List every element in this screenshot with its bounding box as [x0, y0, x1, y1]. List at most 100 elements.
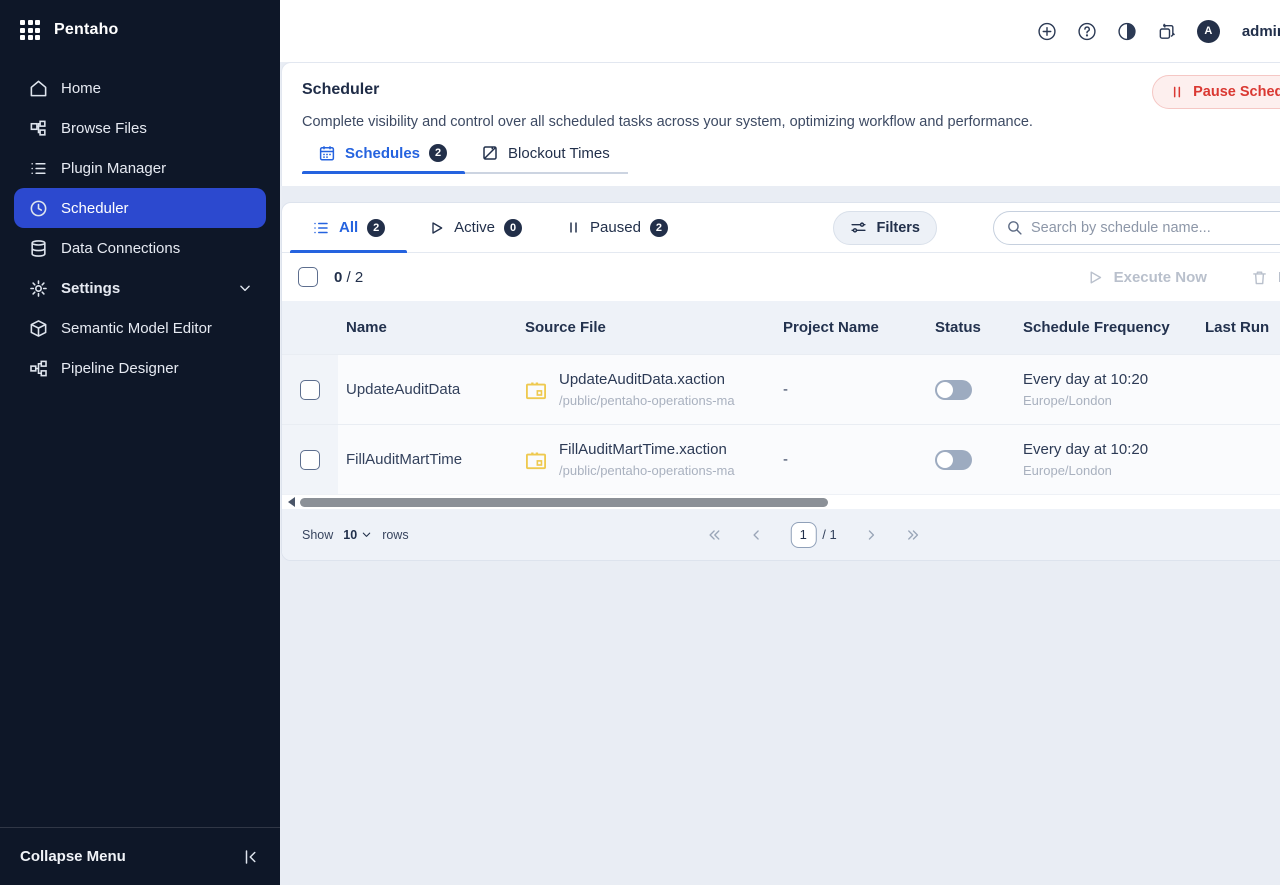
sidebar-item-data-connections[interactable]: Data Connections: [14, 228, 266, 268]
show-label: Show: [302, 528, 333, 542]
search-input[interactable]: [1031, 220, 1280, 236]
prev-page-button[interactable]: [748, 527, 764, 543]
total-pages: / 1: [822, 527, 836, 542]
page-size-select[interactable]: 10: [343, 528, 372, 542]
table-row: FillAuditMartTime FillAuditMartTime.xact…: [282, 424, 1280, 494]
row-checkbox[interactable]: [300, 450, 320, 470]
col-header-name: Name: [338, 301, 525, 354]
search-icon: [1006, 219, 1023, 236]
help-circle-icon[interactable]: [1077, 21, 1097, 41]
execute-now-button[interactable]: Execute Now: [1087, 269, 1207, 286]
selection-bar: 0 / 2 Execute Now Delete: [282, 253, 1280, 301]
plus-circle-icon[interactable]: [1037, 21, 1057, 41]
page-title: Scheduler: [302, 81, 1280, 99]
main-tabs: Schedules 2 Blockout Times: [302, 144, 1280, 174]
rows-label: rows: [382, 528, 408, 542]
filter-tab-paused[interactable]: Paused 2: [544, 203, 690, 252]
tab-schedules[interactable]: Schedules 2: [302, 144, 465, 174]
app-logo-text: Pentaho: [54, 21, 119, 39]
pipeline-icon: [28, 358, 48, 378]
col-header-project: Project Name: [783, 301, 935, 354]
plugin-manager-icon: [28, 158, 48, 178]
play-icon: [429, 220, 445, 236]
next-page-button[interactable]: [863, 527, 879, 543]
scheduler-header-card: Scheduler Complete visibility and contro…: [281, 62, 1280, 186]
col-header-status: Status: [935, 301, 1023, 354]
username: admin: [1242, 23, 1280, 40]
status-toggle[interactable]: [935, 380, 972, 400]
page-description: Complete visibility and control over all…: [302, 114, 1280, 130]
gear-icon: [28, 278, 48, 298]
pause-scheduler-button[interactable]: Pause Scheduler: [1152, 75, 1280, 109]
collapse-menu-label: Collapse Menu: [20, 848, 126, 865]
search-box: [993, 211, 1280, 245]
cube-icon: [28, 318, 48, 338]
select-all-checkbox[interactable]: [298, 267, 318, 287]
sidebar-item-home[interactable]: Home: [14, 68, 266, 108]
schedule-name: FillAuditMartTime: [338, 425, 525, 494]
perspective-switch-icon[interactable]: [1157, 21, 1177, 41]
schedule-frequency: Every day at 10:20: [1023, 441, 1148, 458]
logo-row: Pentaho: [0, 0, 280, 54]
source-file-name: UpdateAuditData.xaction: [559, 371, 735, 388]
xaction-file-icon: [525, 380, 547, 400]
sidebar-item-label: Settings: [61, 280, 120, 297]
active-count-badge: 0: [504, 219, 522, 237]
pagination-bar: Show 10 rows 1 / 1: [282, 509, 1280, 560]
scrollbar-thumb[interactable]: [300, 498, 828, 507]
source-file-path: /public/pentaho-operations-ma: [559, 463, 735, 478]
browse-files-icon: [28, 118, 48, 138]
first-page-button[interactable]: [706, 527, 722, 543]
paused-count-badge: 2: [650, 219, 668, 237]
sidebar: Pentaho Home Browse Files Plugin Manager…: [0, 0, 280, 885]
col-header-source: Source File: [525, 301, 783, 354]
topbar: A admin: [280, 0, 1280, 62]
avatar[interactable]: A: [1197, 20, 1220, 43]
project-name: -: [783, 355, 935, 424]
collapse-menu[interactable]: Collapse Menu: [0, 827, 280, 885]
apps-grid-icon[interactable]: [20, 20, 40, 40]
schedules-count-badge: 2: [429, 144, 447, 162]
sidebar-nav: Home Browse Files Plugin Manager Schedul…: [0, 54, 280, 388]
sidebar-item-label: Scheduler: [61, 200, 129, 217]
database-icon: [28, 238, 48, 258]
filters-button[interactable]: Filters: [833, 211, 937, 245]
sidebar-item-semantic-model-editor[interactable]: Semantic Model Editor: [14, 308, 266, 348]
source-file-path: /public/pentaho-operations-ma: [559, 393, 735, 408]
contrast-icon[interactable]: [1117, 21, 1137, 41]
sidebar-item-plugin-manager[interactable]: Plugin Manager: [14, 148, 266, 188]
table-header-row: Name Source File Project Name Status Sch…: [282, 301, 1280, 354]
filter-tab-active[interactable]: Active 0: [407, 203, 544, 252]
project-name: -: [783, 425, 935, 494]
sidebar-item-label: Data Connections: [61, 240, 180, 257]
tab-blockout-times[interactable]: Blockout Times: [465, 144, 628, 174]
sliders-icon: [850, 219, 867, 236]
pause-icon: [566, 220, 581, 235]
calendar-icon: [318, 144, 336, 162]
schedule-name: UpdateAuditData: [338, 355, 525, 424]
delete-button[interactable]: Delete: [1251, 269, 1280, 286]
selection-count: 0 / 2: [334, 269, 363, 286]
sidebar-item-settings[interactable]: Settings: [14, 268, 266, 308]
sidebar-item-label: Browse Files: [61, 120, 147, 137]
status-toggle[interactable]: [935, 450, 972, 470]
sidebar-item-label: Plugin Manager: [61, 160, 166, 177]
schedule-frequency: Every day at 10:20: [1023, 371, 1148, 388]
home-icon: [28, 78, 48, 98]
filter-tab-all[interactable]: All 2: [290, 203, 407, 252]
sidebar-item-browse-files[interactable]: Browse Files: [14, 108, 266, 148]
horizontal-scrollbar: [282, 494, 1280, 509]
scroll-left-arrow[interactable]: [288, 497, 295, 507]
source-file-name: FillAuditMartTime.xaction: [559, 441, 735, 458]
trash-icon: [1251, 269, 1268, 286]
sidebar-item-label: Semantic Model Editor: [61, 320, 212, 337]
sidebar-item-scheduler[interactable]: Scheduler: [14, 188, 266, 228]
schedule-timezone: Europe/London: [1023, 393, 1148, 408]
row-checkbox[interactable]: [300, 380, 320, 400]
xaction-file-icon: [525, 450, 547, 470]
sidebar-item-label: Home: [61, 80, 101, 97]
last-page-button[interactable]: [905, 527, 921, 543]
col-header-frequency: Schedule Frequency: [1023, 301, 1205, 354]
sidebar-item-pipeline-designer[interactable]: Pipeline Designer: [14, 348, 266, 388]
current-page-input[interactable]: 1: [790, 522, 816, 548]
